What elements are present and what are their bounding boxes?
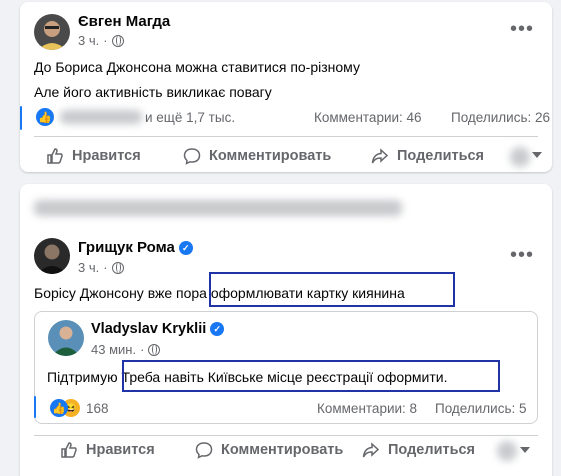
post-author[interactable]: Грищук Рома ✓	[78, 239, 193, 256]
avatar[interactable]	[34, 238, 70, 274]
verified-badge-icon: ✓	[178, 241, 193, 256]
comment-icon	[195, 442, 213, 459]
chevron-down-icon[interactable]	[532, 152, 542, 158]
share-button[interactable]: Поделиться	[362, 441, 475, 459]
verified-badge-icon: ✓	[210, 322, 225, 337]
reactions-count[interactable]: 168	[86, 401, 109, 416]
highlight-box	[209, 272, 455, 307]
thumbs-up-icon	[47, 148, 63, 164]
like-button[interactable]: Нравится	[46, 147, 141, 165]
post-time[interactable]: 3 ч.	[78, 33, 99, 48]
shares-count[interactable]: Поделились: 5	[435, 401, 526, 416]
globe-icon	[111, 261, 124, 274]
like-reaction-icon: 👍	[36, 108, 54, 126]
like-button[interactable]: Нравится	[60, 441, 155, 459]
globe-icon	[148, 343, 161, 356]
divider	[34, 435, 538, 436]
thumbs-up-icon	[61, 442, 77, 458]
stats-left-bar	[20, 106, 22, 130]
chevron-down-icon[interactable]	[520, 447, 530, 453]
avatar[interactable]	[34, 14, 70, 50]
comments-count[interactable]: Комментарии: 8	[317, 401, 417, 416]
page-avatar-blurred[interactable]	[510, 147, 530, 167]
post-card: Євген Магда 3 ч. · ••• До Бориса Джонсон…	[20, 2, 552, 172]
shared-post-time[interactable]: 43 мин.	[91, 342, 136, 357]
post-text-line2: Але його активність викликає повагу	[34, 84, 272, 100]
page-avatar-blurred[interactable]	[497, 441, 517, 461]
highlight-box	[122, 360, 500, 392]
post-time[interactable]: 3 ч.	[78, 260, 99, 275]
comment-button[interactable]: Комментировать	[195, 441, 343, 459]
shares-count[interactable]: Поделились: 26	[451, 110, 550, 125]
comment-icon	[183, 148, 201, 165]
reactions-count[interactable]: и ещё 1,7 тыс.	[145, 110, 235, 125]
post-meta: 3 ч. ·	[78, 260, 124, 275]
post-card: Грищук Рома ✓ 3 ч. · ••• Борісу Джонсону …	[20, 184, 552, 476]
share-icon	[371, 148, 389, 164]
more-options-icon[interactable]: •••	[510, 245, 534, 265]
blurred-header-text	[34, 200, 402, 216]
shared-post[interactable]: Vladyslav Kryklii ✓ 43 мин. · Підтримую Т…	[34, 311, 538, 424]
post-meta: 3 ч. ·	[78, 33, 124, 48]
globe-icon	[111, 34, 124, 47]
share-button[interactable]: Поделиться	[371, 147, 484, 165]
like-reaction-icon: 👍	[50, 399, 68, 417]
comment-button[interactable]: Комментировать	[183, 147, 331, 165]
avatar[interactable]	[48, 320, 84, 356]
divider	[34, 136, 538, 137]
post-text-line1: До Бориса Джонсона можна ставитися по-рі…	[34, 59, 360, 75]
post-author[interactable]: Євген Магда	[78, 13, 170, 30]
stats-left-bar	[34, 396, 36, 418]
comments-count[interactable]: Комментарии: 46	[314, 110, 422, 125]
shared-post-meta: 43 мин. ·	[91, 342, 161, 357]
share-icon	[362, 442, 380, 458]
blurred-names	[60, 110, 142, 124]
more-options-icon[interactable]: •••	[510, 19, 534, 39]
shared-post-author[interactable]: Vladyslav Kryklii ✓	[91, 321, 225, 337]
